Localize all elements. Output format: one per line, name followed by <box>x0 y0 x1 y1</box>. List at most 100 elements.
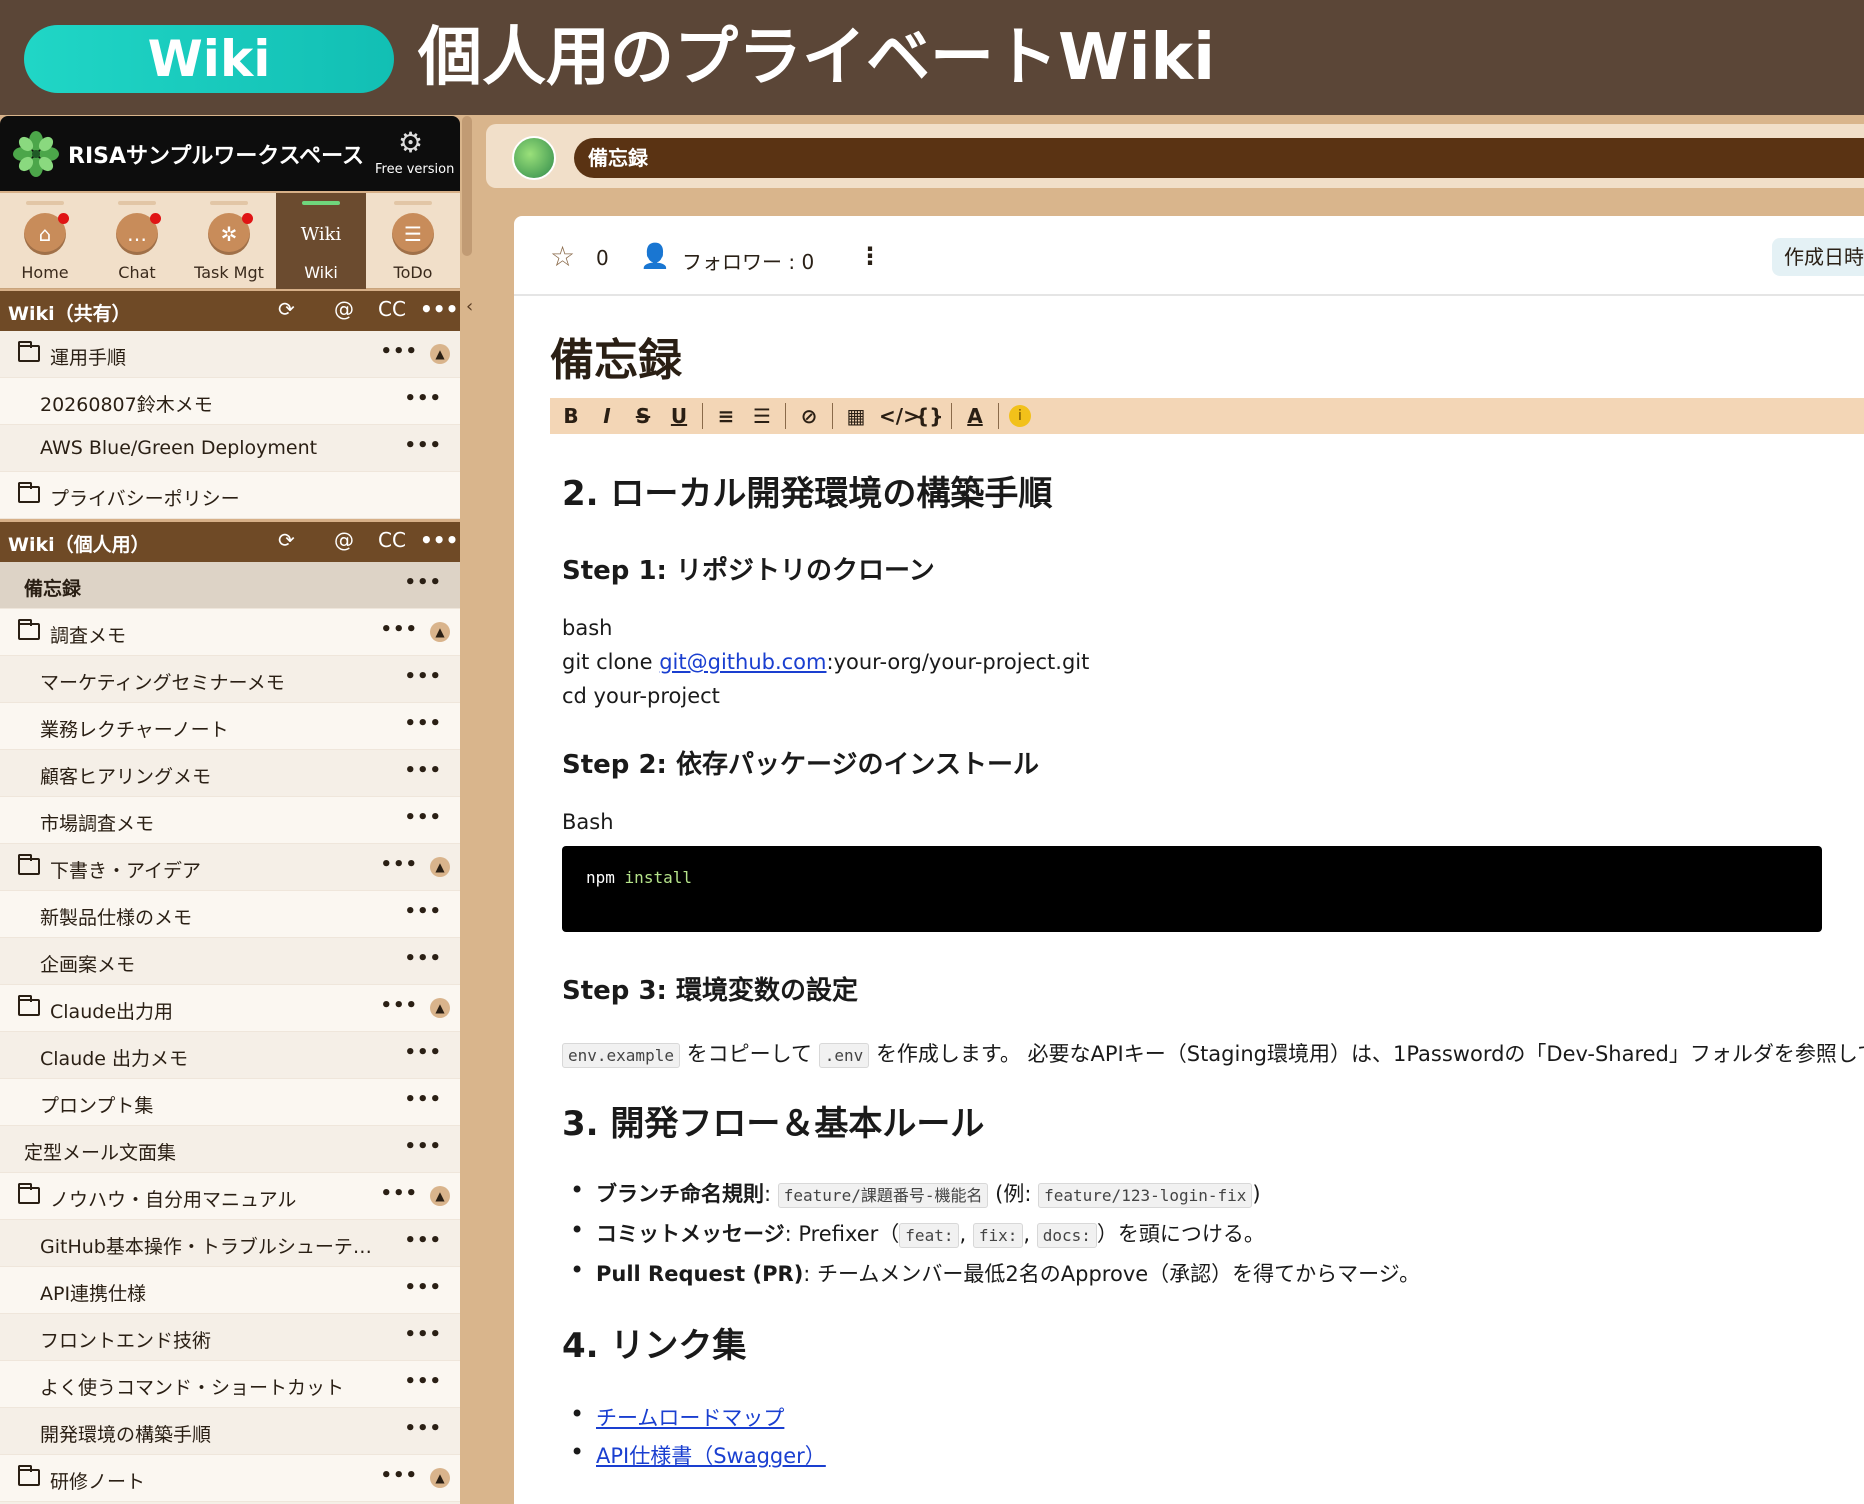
link-roadmap[interactable]: チームロードマップ <box>596 1406 784 1430</box>
chevron-up-icon[interactable]: ▲ <box>430 998 450 1018</box>
strikethrough-icon[interactable]: S <box>630 404 656 428</box>
tree-item-label: 業務レクチャーノート <box>40 719 229 741</box>
private-wiki-header[interactable]: Wiki（個人用） ⟳ @ CC ••• <box>0 522 460 562</box>
tree-page[interactable]: 開発環境の構築手順 ••• <box>0 1408 460 1455</box>
tree-folder[interactable]: プライバシーポリシー <box>0 472 460 519</box>
table-icon[interactable]: ▦ <box>843 404 869 428</box>
text-color-icon[interactable]: A <box>962 404 988 428</box>
tree-page[interactable]: API連携仕様 ••• <box>0 1267 460 1314</box>
tree-page[interactable]: 新製品仕様のメモ ••• <box>0 891 460 938</box>
collapse-sidebar-icon[interactable]: ‹ <box>466 296 473 317</box>
follower-count[interactable]: フォロワー : 0 <box>682 246 814 275</box>
tree-item-label: GitHub基本操作・トラブルシューテ… <box>40 1236 372 1258</box>
gear-icon[interactable]: ⚙ <box>398 128 428 158</box>
bold-icon[interactable]: B <box>558 404 584 428</box>
more-icon[interactable]: ••• <box>404 388 442 409</box>
more-icon[interactable]: ••• <box>404 1277 442 1298</box>
info-icon[interactable]: i <box>1009 405 1031 427</box>
more-icon[interactable]: ••• <box>404 572 442 593</box>
add-follower-icon[interactable]: 👤 <box>640 242 670 270</box>
tree-page[interactable]: よく使うコマンド・ショートカット ••• <box>0 1361 460 1408</box>
chevron-up-icon[interactable]: ▲ <box>430 344 450 364</box>
nav-task-mgt[interactable]: ✲ Task Mgt <box>184 193 274 289</box>
more-icon[interactable]: ••• <box>404 901 442 922</box>
sidebar-scrollbar[interactable] <box>462 116 472 256</box>
more-icon[interactable]: ••• <box>404 760 442 781</box>
chevron-up-icon[interactable]: ▲ <box>430 1468 450 1488</box>
tree-page[interactable]: プロンプト集 ••• <box>0 1079 460 1126</box>
more-icon[interactable]: ••• <box>404 435 442 456</box>
chevron-up-icon[interactable]: ▲ <box>430 622 450 642</box>
tree-page[interactable]: 20260807鈴木メモ ••• <box>0 378 460 425</box>
italic-icon[interactable]: I <box>594 404 620 428</box>
chevron-up-icon[interactable]: ▲ <box>430 857 450 877</box>
tree-page[interactable]: マーケティングセミナーメモ ••• <box>0 656 460 703</box>
chevron-up-icon[interactable]: ▲ <box>430 1186 450 1206</box>
notification-badge <box>150 213 161 224</box>
folder-icon <box>18 482 40 503</box>
tree-page[interactable]: 企画案メモ ••• <box>0 938 460 985</box>
more-icon[interactable]: ••• <box>404 713 442 734</box>
attachment-icon[interactable]: ⊘ <box>796 404 822 428</box>
more-icon[interactable]: ••• <box>380 341 418 362</box>
star-icon[interactable]: ☆ <box>550 240 575 273</box>
more-icon[interactable]: ••• <box>404 666 442 687</box>
more-icon[interactable]: ••• <box>404 1418 442 1439</box>
nav-chat[interactable]: … Chat <box>92 193 182 289</box>
meta-bar: ☆ 0 👤 フォロワー : 0 ⋮ 作成日時 <box>514 216 1864 296</box>
tree-page[interactable]: 備忘録 ••• <box>0 562 460 609</box>
workspace-header[interactable]: RISAサンプルワークスペース ⚙ Free version <box>0 116 460 191</box>
workspace-logo-icon <box>13 131 59 177</box>
more-icon[interactable]: ••• <box>404 1089 442 1110</box>
cc-button[interactable]: CC <box>378 528 406 552</box>
refresh-icon[interactable]: ⟳ <box>278 528 295 552</box>
more-icon[interactable]: ••• <box>380 619 418 640</box>
cc-button[interactable]: CC <box>378 297 406 321</box>
tree-folder[interactable]: Claude出力用 ••• ▲ <box>0 985 460 1032</box>
more-icon[interactable]: ••• <box>420 528 458 552</box>
code-block-icon[interactable]: {} <box>915 404 943 428</box>
more-icon[interactable]: ••• <box>380 1465 418 1486</box>
link-api-spec[interactable]: API仕様書（Swagger） <box>596 1444 826 1468</box>
more-icon[interactable]: ••• <box>404 1371 442 1392</box>
tree-folder[interactable]: ノウハウ・自分用マニュアル ••• ▲ <box>0 1173 460 1220</box>
more-icon[interactable]: ••• <box>380 1183 418 1204</box>
refresh-icon[interactable]: ⟳ <box>278 297 295 321</box>
tree-folder[interactable]: 調査メモ ••• ▲ <box>0 609 460 656</box>
tree-page[interactable]: 業務レクチャーノート ••• <box>0 703 460 750</box>
more-icon[interactable]: ••• <box>404 1324 442 1345</box>
page-header-title: 備忘録 <box>574 138 1864 178</box>
shared-wiki-header[interactable]: Wiki（共有） ⟳ @ CC ••• <box>0 291 460 331</box>
more-icon[interactable]: ••• <box>404 807 442 828</box>
nav-todo[interactable]: ☰ ToDo <box>368 193 458 289</box>
kebab-menu-icon[interactable]: ⋮ <box>858 242 882 270</box>
more-icon[interactable]: ••• <box>404 1042 442 1063</box>
tree-item-label: 研修ノート <box>50 1471 146 1493</box>
mention-icon[interactable]: @ <box>334 297 354 321</box>
more-icon[interactable]: ••• <box>404 1230 442 1251</box>
tree-page[interactable]: 市場調査メモ ••• <box>0 797 460 844</box>
more-icon[interactable]: ••• <box>380 995 418 1016</box>
tree-page[interactable]: Claude 出力メモ ••• <box>0 1032 460 1079</box>
more-icon[interactable]: ••• <box>420 297 458 321</box>
tree-page[interactable]: AWS Blue/Green Deployment ••• <box>0 425 460 472</box>
tree-folder[interactable]: 研修ノート ••• ▲ <box>0 1455 460 1502</box>
mention-icon[interactable]: @ <box>334 528 354 552</box>
tree-folder[interactable]: 下書き・アイデア ••• ▲ <box>0 844 460 891</box>
page-avatar[interactable] <box>512 136 556 180</box>
tree-page[interactable]: GitHub基本操作・トラブルシューテ… ••• <box>0 1220 460 1267</box>
ordered-list-icon[interactable]: ≡ <box>713 404 739 428</box>
tree-page[interactable]: 定型メール文面集 ••• <box>0 1126 460 1173</box>
nav-home[interactable]: ⌂ Home <box>0 193 90 289</box>
email-link[interactable]: git@github.com <box>659 650 826 674</box>
more-icon[interactable]: ••• <box>404 1136 442 1157</box>
tree-folder[interactable]: 運用手順 ••• ▲ <box>0 331 460 378</box>
underline-icon[interactable]: U <box>666 404 692 428</box>
tree-page[interactable]: フロントエンド技術 ••• <box>0 1314 460 1361</box>
code-icon[interactable]: </> <box>879 404 920 428</box>
more-icon[interactable]: ••• <box>404 948 442 969</box>
bullet-list-icon[interactable]: ☰ <box>749 404 775 428</box>
more-icon[interactable]: ••• <box>380 854 418 875</box>
nav-wiki[interactable]: Wiki Wiki <box>276 193 366 289</box>
tree-page[interactable]: 顧客ヒアリングメモ ••• <box>0 750 460 797</box>
